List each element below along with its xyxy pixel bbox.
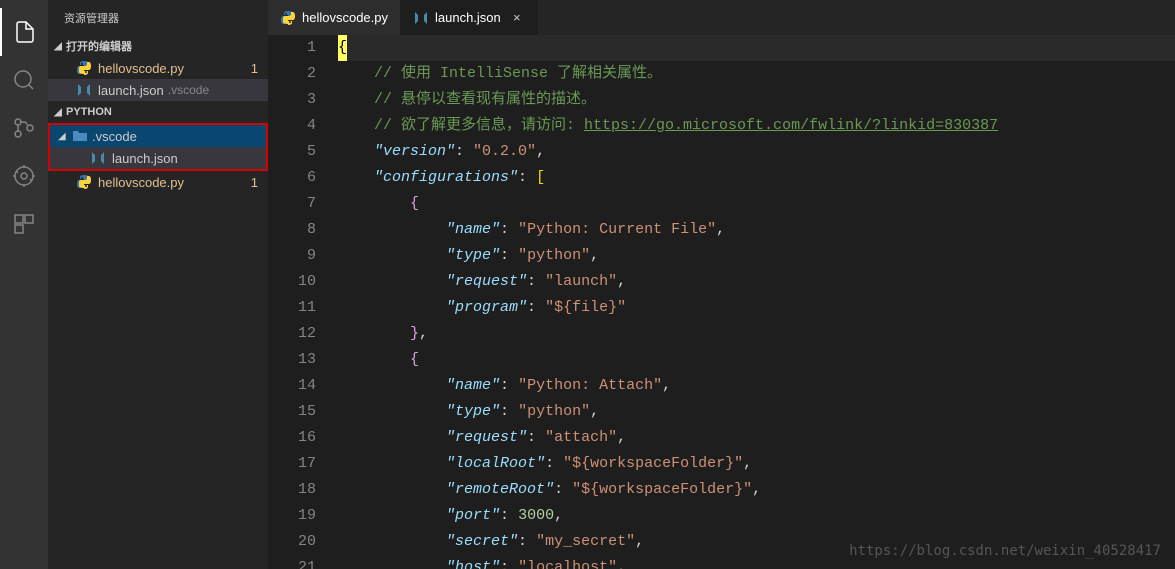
file-name-label: launch.json: [98, 83, 164, 98]
file-name-label: hellovscode.py: [98, 175, 184, 190]
search-activity-icon[interactable]: [0, 56, 48, 104]
open-editors-header[interactable]: ◢ 打开的编辑器: [48, 35, 268, 57]
workspace-label: PYTHON: [66, 106, 112, 118]
open-editors-label: 打开的编辑器: [66, 38, 132, 54]
source-control-activity-icon[interactable]: [0, 104, 48, 152]
tab-bar: hellovscode.py launch.json ×: [268, 0, 1175, 35]
workspace-header[interactable]: ◢ PYTHON: [48, 101, 268, 123]
code-line: "request": "launch",: [338, 269, 1175, 295]
explorer-activity-icon[interactable]: [0, 8, 48, 56]
python-file-icon: [76, 174, 92, 190]
code-line: {: [338, 35, 1175, 61]
code-content[interactable]: { // 使用 IntelliSense 了解相关属性。 // 悬停以查看现有属…: [338, 35, 1175, 569]
chevron-down-icon: ◢: [52, 107, 64, 118]
code-line: "type": "python",: [338, 243, 1175, 269]
editor-tab[interactable]: launch.json ×: [401, 0, 538, 35]
chevron-down-icon: ◢: [52, 41, 64, 52]
close-icon[interactable]: ×: [509, 10, 525, 25]
file-item[interactable]: hellovscode.py 1: [48, 171, 268, 193]
code-line: "type": "python",: [338, 399, 1175, 425]
file-name-label: hellovscode.py: [98, 61, 184, 76]
code-line: "program": "${file}": [338, 295, 1175, 321]
editor-tab[interactable]: hellovscode.py: [268, 0, 401, 35]
activity-bar: [0, 0, 48, 569]
highlight-annotation: ◢ .vscode launch.json: [48, 123, 268, 171]
code-line: "configurations": [: [338, 165, 1175, 191]
open-editor-item[interactable]: launch.json .vscode: [48, 79, 268, 101]
python-file-icon: [280, 10, 296, 26]
file-item[interactable]: launch.json: [50, 147, 266, 169]
tab-label: launch.json: [435, 10, 501, 25]
editor-area: hellovscode.py launch.json × 1 2 3 4 5 6…: [268, 0, 1175, 569]
open-editor-item[interactable]: hellovscode.py 1: [48, 57, 268, 79]
code-line: // 欲了解更多信息，请访问: https://go.microsoft.com…: [338, 113, 1175, 139]
code-line: "remoteRoot": "${workspaceFolder}",: [338, 477, 1175, 503]
file-path-label: .vscode: [168, 83, 209, 97]
tab-label: hellovscode.py: [302, 10, 388, 25]
code-line: "name": "Python: Attach",: [338, 373, 1175, 399]
json-file-icon: [413, 10, 429, 26]
file-name-label: launch.json: [112, 151, 178, 166]
code-editor[interactable]: 1 2 3 4 5 6 7 8 9 10 11 12 13 14 15 16 1…: [268, 35, 1175, 569]
python-file-icon: [76, 60, 92, 76]
chevron-down-icon: ◢: [58, 131, 70, 142]
folder-item[interactable]: ◢ .vscode: [50, 125, 266, 147]
code-line: "version": "0.2.0",: [338, 139, 1175, 165]
folder-icon: [72, 128, 88, 144]
explorer-sidebar: 资源管理器 ◢ 打开的编辑器 hellovscode.py 1 launch.j…: [48, 0, 268, 569]
line-number-gutter: 1 2 3 4 5 6 7 8 9 10 11 12 13 14 15 16 1…: [268, 35, 338, 569]
file-badge: 1: [251, 175, 258, 190]
code-line: {: [338, 191, 1175, 217]
code-line: },: [338, 321, 1175, 347]
code-line: // 悬停以查看现有属性的描述。: [338, 87, 1175, 113]
sidebar-title: 资源管理器: [48, 0, 268, 35]
code-line: // 使用 IntelliSense 了解相关属性。: [338, 61, 1175, 87]
json-file-icon: [76, 82, 92, 98]
file-badge: 1: [251, 61, 258, 76]
folder-name-label: .vscode: [92, 129, 137, 144]
code-line: "host": "localhost",: [338, 555, 1175, 569]
code-line: "port": 3000,: [338, 503, 1175, 529]
code-line: "name": "Python: Current File",: [338, 217, 1175, 243]
code-line: {: [338, 347, 1175, 373]
cursor: {: [338, 35, 347, 61]
code-line: "localRoot": "${workspaceFolder}",: [338, 451, 1175, 477]
code-line: "request": "attach",: [338, 425, 1175, 451]
extensions-activity-icon[interactable]: [0, 200, 48, 248]
debug-activity-icon[interactable]: [0, 152, 48, 200]
json-file-icon: [90, 150, 106, 166]
code-line: "secret": "my_secret",: [338, 529, 1175, 555]
